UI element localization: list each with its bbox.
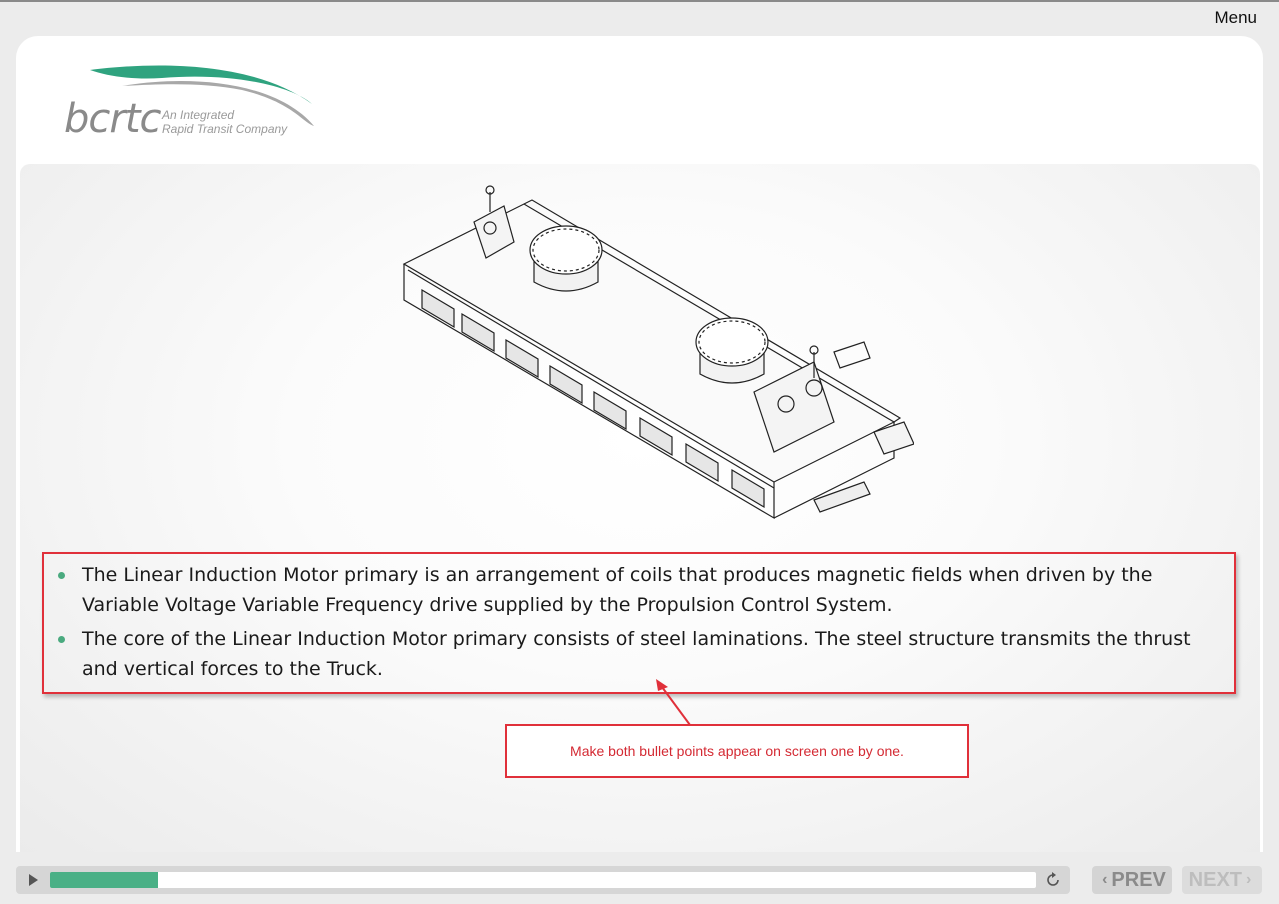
review-note-box: Make both bullet points appear on screen… [505,724,969,778]
bullet-dot-icon [58,572,65,579]
slide-frame: bcrtc An Integrated Rapid Transit Compan… [16,36,1263,852]
bullet-text: The core of the Linear Induction Motor p… [82,628,1191,680]
bullet-dot-icon [58,636,65,643]
content-panel: The Linear Induction Motor primary is an… [20,164,1260,852]
window-top-border [0,0,1279,2]
prev-button[interactable]: ‹ PREV [1092,866,1172,894]
linear-induction-motor-icon [402,185,914,520]
review-note-text: Make both bullet points appear on screen… [570,743,904,759]
next-label: NEXT [1188,868,1242,891]
player-controls [16,866,1070,894]
bcrtc-logo: bcrtc An Integrated Rapid Transit Compan… [62,64,322,144]
prev-label: PREV [1111,868,1166,891]
logo-wordmark: bcrtc [64,96,162,142]
chevron-right-icon: › [1246,871,1252,888]
chevron-left-icon: ‹ [1102,871,1108,888]
list-item: The Linear Induction Motor primary is an… [56,560,1232,620]
list-item: The core of the Linear Induction Motor p… [56,624,1232,684]
bullet-points-box: The Linear Induction Motor primary is an… [42,552,1236,694]
play-icon[interactable] [26,873,40,887]
progress-bar[interactable] [50,872,1036,888]
logo-tagline: An Integrated Rapid Transit Company [162,108,312,136]
replay-icon[interactable] [1044,871,1062,889]
bullet-text: The Linear Induction Motor primary is an… [82,564,1153,616]
next-button[interactable]: NEXT › [1182,866,1262,894]
logo-tagline-line2: Rapid Transit Company [162,122,288,136]
logo-tagline-line1: An Integrated [162,108,235,122]
bullet-list: The Linear Induction Motor primary is an… [56,560,1232,688]
menu-button[interactable]: Menu [1214,8,1257,28]
callout-arrow-icon [656,679,691,726]
progress-fill [50,872,159,888]
